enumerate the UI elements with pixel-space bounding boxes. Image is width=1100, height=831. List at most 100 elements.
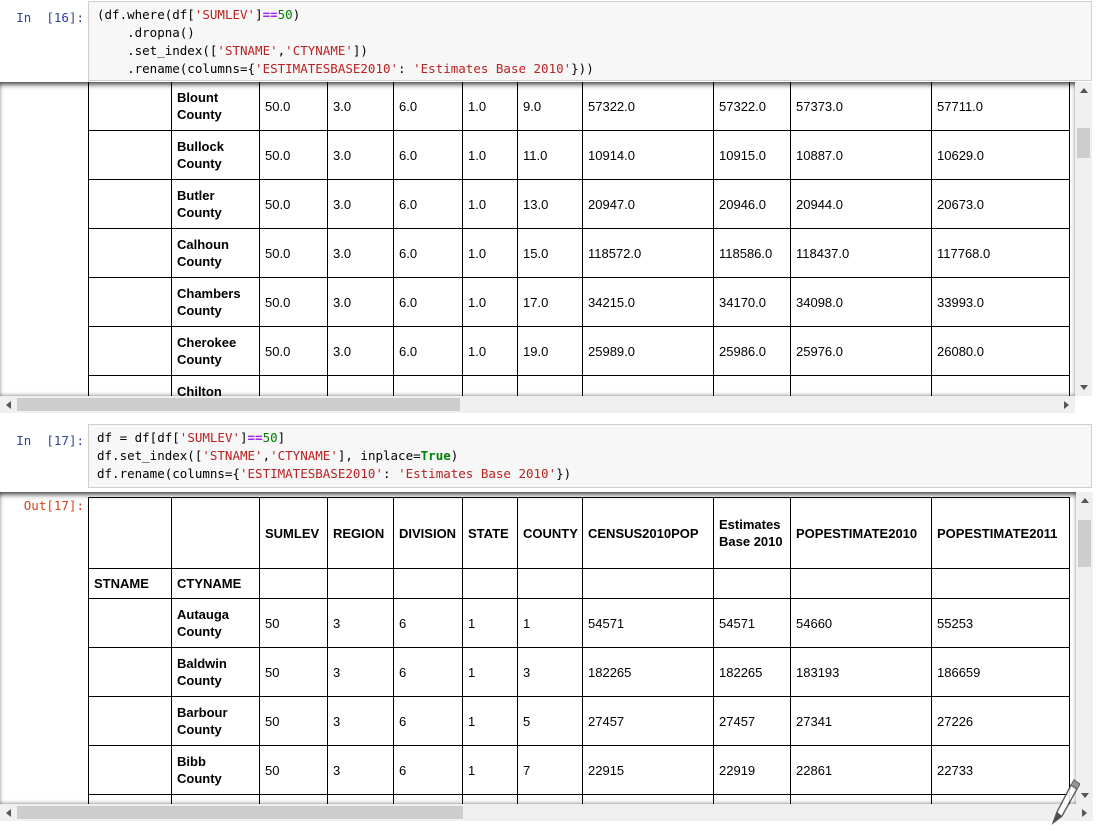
value-cell: 50.0 bbox=[259, 277, 328, 327]
value-cell: 55253 bbox=[931, 598, 1070, 648]
stname-cell bbox=[88, 82, 172, 131]
value-cell: 6.0 bbox=[393, 277, 463, 327]
stname-cell bbox=[88, 130, 172, 180]
code-editor-16[interactable]: (df.where(df['SUMLEV']==50) .dropna() .s… bbox=[88, 1, 1092, 81]
output-prompt-17: Out[17]: bbox=[23, 498, 84, 513]
column-header: CENSUS2010POP bbox=[582, 497, 714, 569]
index-header: STNAME bbox=[88, 568, 172, 599]
value-cell: 5 bbox=[517, 696, 583, 746]
triangle-left-icon bbox=[6, 808, 11, 817]
scroll-down-button[interactable] bbox=[1075, 379, 1092, 396]
value-cell: 43655.0 bbox=[790, 375, 932, 396]
input-prompt-16: In [16]: bbox=[16, 10, 84, 25]
index-header bbox=[790, 568, 932, 599]
value-cell: 54660 bbox=[790, 598, 932, 648]
scroll-right-button[interactable] bbox=[1058, 396, 1075, 413]
output-scroll-viewport-17: Out[17]: SUMLEV REGION DIVISION STATE COUNTY… bbox=[0, 492, 1076, 804]
stname-cell bbox=[88, 179, 172, 229]
value-cell: 20944.0 bbox=[790, 179, 932, 229]
ctyname-cell: Blount County bbox=[171, 794, 260, 804]
value-cell: 50.0 bbox=[259, 179, 328, 229]
value-cell: 27457 bbox=[713, 696, 791, 746]
index-header bbox=[582, 568, 714, 599]
value-cell: 33993.0 bbox=[931, 277, 1070, 327]
v-scroll-thumb[interactable] bbox=[1077, 128, 1090, 158]
value-cell: 43643.0 bbox=[582, 375, 714, 396]
value-cell: 3.0 bbox=[327, 130, 394, 180]
value-cell: 10914.0 bbox=[582, 130, 714, 180]
ctyname-cell: Cherokee County bbox=[171, 326, 260, 376]
value-cell: 118586.0 bbox=[713, 228, 791, 278]
value-cell: 22919 bbox=[713, 745, 791, 795]
value-cell: 43734.0 bbox=[931, 375, 1070, 396]
value-cell: 25989.0 bbox=[582, 326, 714, 376]
column-header: REGION bbox=[327, 497, 394, 569]
value-cell: 26080.0 bbox=[931, 326, 1070, 376]
value-cell: 182265 bbox=[713, 647, 791, 697]
column-header: POPESTIMATE2011 bbox=[931, 497, 1070, 569]
h-scrollbar-output16[interactable] bbox=[0, 396, 1075, 413]
value-cell: 1 bbox=[462, 647, 518, 697]
index-header bbox=[259, 568, 328, 599]
table-header-row: SUMLEV REGION DIVISION STATE COUNTY CENSUS201… bbox=[88, 497, 1070, 569]
value-cell: 20947.0 bbox=[582, 179, 714, 229]
scroll-up-button[interactable] bbox=[1076, 492, 1093, 509]
value-cell: 57373.0 bbox=[790, 82, 932, 131]
value-cell: 3.0 bbox=[327, 375, 394, 396]
value-cell: 27457 bbox=[582, 696, 714, 746]
value-cell: 3 bbox=[327, 598, 394, 648]
value-cell: 7 bbox=[517, 745, 583, 795]
value-cell: 34098.0 bbox=[790, 277, 932, 327]
table-row: Butler County 50.0 3.0 6.0 1.0 13.0 20947.0 209… bbox=[88, 179, 1070, 229]
scroll-left-button[interactable] bbox=[0, 396, 17, 413]
ctyname-cell: Autauga County bbox=[171, 598, 260, 648]
stname-cell bbox=[88, 326, 172, 376]
value-cell: 25986.0 bbox=[713, 326, 791, 376]
index-header bbox=[931, 568, 1070, 599]
table-row: Calhoun County 50.0 3.0 6.0 1.0 15.0 118572.0 1… bbox=[88, 228, 1070, 278]
ctyname-cell: Bibb County bbox=[171, 745, 260, 795]
value-cell: 50 bbox=[259, 794, 328, 804]
index-header bbox=[713, 568, 791, 599]
value-cell: 1.0 bbox=[462, 130, 518, 180]
value-cell: 20946.0 bbox=[713, 179, 791, 229]
table-row: Blount County 50.0 3.0 6.0 1.0 9.0 57322.0 5732… bbox=[88, 82, 1070, 131]
value-cell: 182265 bbox=[582, 647, 714, 697]
h-scrollbar-output17[interactable] bbox=[0, 804, 1093, 821]
column-header: DIVISION bbox=[393, 497, 463, 569]
value-cell: 3.0 bbox=[327, 179, 394, 229]
h-scroll-thumb[interactable] bbox=[17, 398, 460, 411]
value-cell: 57322 bbox=[582, 794, 714, 804]
scroll-left-button[interactable] bbox=[0, 804, 17, 821]
table-row: Autauga County 50 3 6 1 1 54571 54571 54660 55253 bbox=[88, 598, 1070, 648]
h-scroll-thumb[interactable] bbox=[17, 806, 463, 819]
v-scrollbar-output16[interactable] bbox=[1075, 82, 1092, 396]
ctyname-cell: Calhoun County bbox=[171, 228, 260, 278]
value-cell: 1 bbox=[462, 598, 518, 648]
value-cell: 50 bbox=[259, 745, 328, 795]
value-cell: 6 bbox=[393, 647, 463, 697]
value-cell: 22915 bbox=[582, 745, 714, 795]
column-header: SUMLEV bbox=[259, 497, 328, 569]
value-cell: 3 bbox=[327, 745, 394, 795]
value-cell: 57322.0 bbox=[582, 82, 714, 131]
value-cell: 1 bbox=[462, 794, 518, 804]
value-cell: 19.0 bbox=[517, 326, 583, 376]
v-scrollbar-output17[interactable] bbox=[1076, 492, 1093, 804]
value-cell: 57711.0 bbox=[931, 82, 1070, 131]
stname-cell bbox=[88, 745, 172, 795]
code-editor-17[interactable]: df = df[df['SUMLEV']==50] df.set_index(['… bbox=[88, 424, 1092, 488]
v-scroll-thumb[interactable] bbox=[1078, 520, 1091, 567]
scroll-up-button[interactable] bbox=[1075, 82, 1092, 99]
value-cell: 117768.0 bbox=[931, 228, 1070, 278]
value-cell: 3 bbox=[327, 696, 394, 746]
value-cell: 50 bbox=[259, 696, 328, 746]
triangle-left-icon bbox=[6, 400, 11, 409]
code-line: df = df[df['SUMLEV']==50] bbox=[97, 430, 286, 445]
pencil-cursor-icon bbox=[1051, 779, 1080, 826]
value-cell: 1.0 bbox=[462, 277, 518, 327]
value-cell: 6.0 bbox=[393, 179, 463, 229]
value-cell: 118572.0 bbox=[582, 228, 714, 278]
value-cell: 1.0 bbox=[462, 82, 518, 131]
value-cell: 6 bbox=[393, 696, 463, 746]
